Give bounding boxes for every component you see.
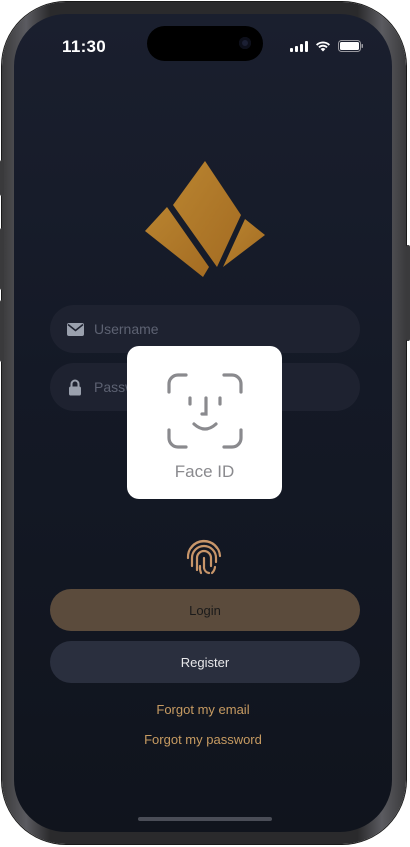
login-button[interactable]: Login bbox=[50, 589, 360, 631]
screen: 11:30 Username Password Face ID Login Re… bbox=[14, 14, 392, 832]
cellular-signal-icon bbox=[290, 40, 308, 52]
forgot-email-link[interactable]: Forgot my email bbox=[14, 702, 392, 717]
forgot-password-link[interactable]: Forgot my password bbox=[14, 732, 392, 747]
volume-up-button bbox=[0, 228, 4, 290]
wifi-icon bbox=[315, 40, 331, 52]
status-time: 11:30 bbox=[62, 37, 107, 56]
home-indicator[interactable] bbox=[138, 817, 272, 821]
battery-icon bbox=[338, 40, 364, 52]
face-id-label: Face ID bbox=[174, 462, 235, 481]
lock-icon bbox=[66, 378, 84, 396]
power-button bbox=[406, 245, 410, 341]
username-placeholder: Username bbox=[94, 321, 159, 337]
front-camera bbox=[239, 37, 251, 49]
register-button[interactable]: Register bbox=[50, 641, 360, 683]
app-logo bbox=[143, 159, 267, 283]
dynamic-island bbox=[147, 26, 263, 61]
face-id-icon bbox=[166, 372, 244, 450]
mail-icon bbox=[66, 320, 84, 338]
volume-down-button bbox=[0, 300, 4, 362]
face-id-dialog: Face ID bbox=[127, 346, 282, 499]
status-icons bbox=[290, 40, 364, 52]
fingerprint-icon[interactable] bbox=[185, 536, 223, 576]
action-button bbox=[0, 160, 4, 196]
status-bar: 11:30 bbox=[14, 14, 392, 74]
